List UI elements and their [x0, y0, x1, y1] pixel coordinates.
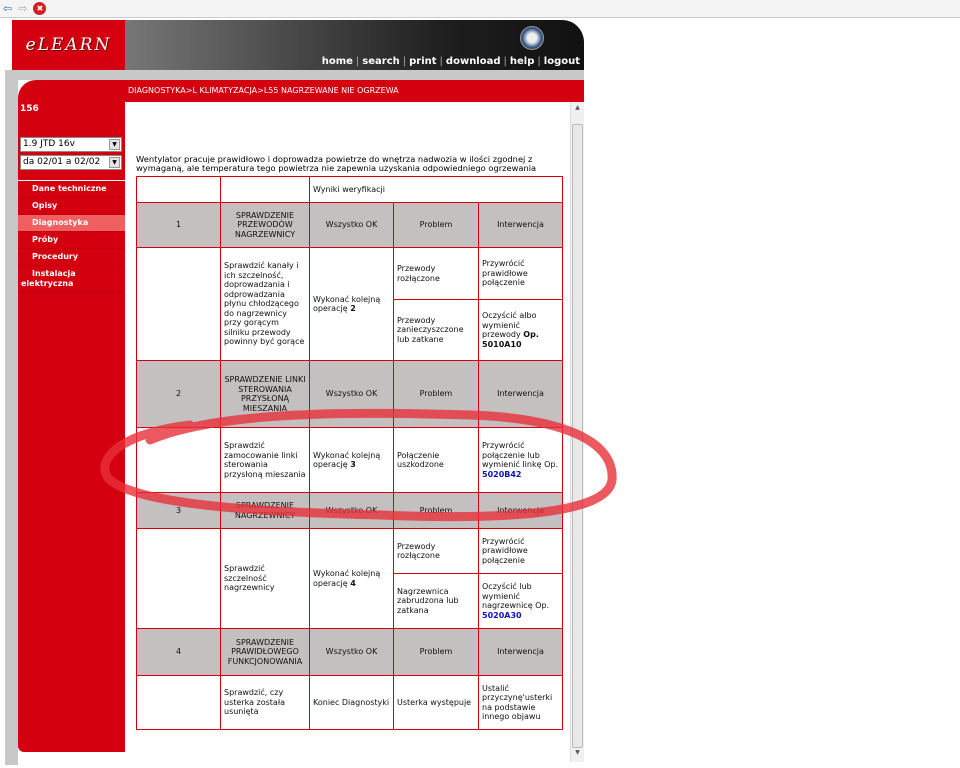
sidebar: 156 1.9 JTD 16v ▼ da 02/01 a 02/02 ▼ Dane … — [18, 102, 125, 752]
header-banner: home | search | print | download | help | logout — [125, 20, 584, 70]
browser-toolbar: ⇦ ⇨ ✖ — [0, 0, 960, 18]
table-row: 1 SPRAWDZENIE PRZEWODÓW NAGRZEWNICY Wszy… — [136, 202, 563, 248]
logo-text: eLEARN — [25, 35, 112, 55]
nav-download[interactable]: download — [446, 56, 501, 67]
problem: Przewody rozłączone — [393, 528, 479, 574]
col-intervention: Interwencja — [478, 628, 563, 676]
back-icon[interactable]: ⇦ — [3, 2, 12, 16]
breadcrumb: DIAGNOSTYKA>L KLIMATYZACJA>L55 NAGRZEWAN… — [18, 80, 584, 102]
col-problem: Problem — [393, 628, 479, 676]
intervention: Ustalić przyczynę'usterki na podstawie i… — [478, 675, 563, 730]
divider — [5, 70, 584, 80]
ok-action: Wykonać kolejną operację 3 — [309, 427, 394, 493]
step-number: 2 — [136, 360, 221, 428]
nav-home[interactable]: home — [322, 56, 353, 67]
step-number: 4 — [136, 628, 221, 676]
ok-action: Wykonać kolejną operację 4 — [309, 528, 394, 629]
nav-print[interactable]: print — [409, 56, 436, 67]
forward-icon[interactable]: ⇨ — [18, 2, 27, 16]
table-row: Sprawdzić zamocowanie linki sterowania p… — [136, 427, 563, 493]
content-area: Wentylator pracuje prawidłowo i doprowad… — [128, 102, 570, 762]
vertical-scrollbar[interactable]: ▲ ▼ — [570, 102, 584, 762]
intervention: Oczyścić lub wymienić nagrzewnicę Op. 50… — [478, 573, 563, 629]
chevron-down-icon: ▼ — [109, 139, 120, 150]
left-border — [5, 70, 18, 765]
intervention: Przywrócić prawidłowe połączenie — [478, 247, 563, 300]
op-link[interactable]: 5020B42 — [482, 470, 522, 479]
table-row: Sprawdzić kanały i ich szczelność, dopro… — [136, 247, 563, 361]
table-row: Sprawdzić, czy usterka została usunięta … — [136, 675, 563, 730]
step-title: SPRAWDZENIE LINKI STEROWANIA PRZYSŁONĄ M… — [220, 360, 310, 428]
engine-value: 1.9 JTD 16v — [23, 139, 75, 149]
check-text: Sprawdzić zamocowanie linki sterowania p… — [220, 427, 310, 493]
sidebar-item-diagnostyka[interactable]: Diagnostyka — [18, 215, 125, 232]
sidebar-menu: Dane techniczne Opisy Diagnostyka Próby … — [18, 180, 125, 293]
sidebar-item-proby[interactable]: Próby — [18, 232, 125, 249]
col-problem: Problem — [393, 360, 479, 428]
elearn-logo: eLEARN — [12, 20, 125, 70]
sidebar-item-instalacja-elektryczna[interactable]: Instalacja elektryczna — [18, 266, 125, 293]
sidebar-item-dane-techniczne[interactable]: Dane techniczne — [18, 181, 125, 198]
problem: Nagrzewnica zabrudzona lub zatkana — [393, 573, 479, 629]
scrollbar-thumb[interactable] — [572, 124, 583, 748]
problem: Przewody rozłączone — [393, 247, 479, 300]
col-intervention: Interwencja — [478, 492, 563, 529]
top-nav: home | search | print | download | help | logout — [321, 56, 580, 67]
nav-help[interactable]: help — [510, 56, 535, 67]
col-problem: Problem — [393, 492, 479, 529]
period-value: da 02/01 a 02/02 — [23, 157, 101, 167]
ok-action: Koniec Diagnostyki — [309, 675, 394, 730]
step-title: SPRAWDZENIE PRAWIDŁOWEGO FUNKCJONOWANIA — [220, 628, 310, 676]
ok-action: Wykonać kolejną operację 2 — [309, 247, 394, 361]
step-title: SPRAWDZENIE PRZEWODÓW NAGRZEWNICY — [220, 202, 310, 248]
step-title: SPRAWDZENIE NAGRZEWNICY — [220, 492, 310, 529]
intervention: Przywrócić połączenie lub wymienić linkę… — [478, 427, 563, 493]
op-link[interactable]: 5020A30 — [482, 611, 522, 620]
symptom-description: Wentylator pracuje prawidłowo i doprowad… — [136, 154, 537, 173]
intervention: Przywrócić prawidłowe połączenie — [478, 528, 563, 574]
intervention: Oczyścić albo wymienić przewody Op. 5010… — [478, 299, 563, 361]
alfa-romeo-badge-icon — [520, 26, 544, 50]
stop-icon[interactable]: ✖ — [33, 2, 47, 15]
problem: Usterka występuje — [393, 675, 479, 730]
col-ok: Wszystko OK — [309, 360, 394, 428]
sidebar-item-opisy[interactable]: Opisy — [18, 198, 125, 215]
engine-select[interactable]: 1.9 JTD 16v ▼ — [20, 137, 122, 152]
chevron-down-icon: ▼ — [109, 157, 120, 168]
scroll-down-icon[interactable]: ▼ — [572, 749, 583, 760]
results-header: Wyniki weryfikacji — [309, 176, 563, 203]
col-intervention: Interwencja — [478, 202, 563, 248]
table-row: 3 SPRAWDZENIE NAGRZEWNICY Wszystko OK Pr… — [136, 492, 563, 529]
problem: Przewody zanieczyszczone lub zatkane — [393, 299, 479, 361]
model-label: 156 — [20, 104, 39, 114]
scroll-up-icon[interactable]: ▲ — [572, 104, 583, 115]
nav-logout[interactable]: logout — [544, 56, 580, 67]
col-ok: Wszystko OK — [309, 202, 394, 248]
col-intervention: Interwencja — [478, 360, 563, 428]
problem: Połączenie uszkodzone — [393, 427, 479, 493]
table-row: 2 SPRAWDZENIE LINKI STEROWANIA PRZYSŁONĄ… — [136, 360, 563, 428]
col-ok: Wszystko OK — [309, 492, 394, 529]
check-text: Sprawdzić, czy usterka została usunięta — [220, 675, 310, 730]
step-number: 3 — [136, 492, 221, 529]
table-row: 4 SPRAWDZENIE PRAWIDŁOWEGO FUNKCJONOWANI… — [136, 628, 563, 676]
check-text: Sprawdzić kanały i ich szczelność, dopro… — [220, 247, 310, 361]
col-problem: Problem — [393, 202, 479, 248]
step-number: 1 — [136, 202, 221, 248]
nav-search[interactable]: search — [362, 56, 399, 67]
diagnostic-table: Wyniki weryfikacji 1 SPRAWDZENIE PRZEWOD… — [136, 176, 563, 730]
table-row: Sprawdzić szczelność nagrzewnicy Wykonać… — [136, 528, 563, 629]
period-select[interactable]: da 02/01 a 02/02 ▼ — [20, 155, 122, 170]
col-ok: Wszystko OK — [309, 628, 394, 676]
check-text: Sprawdzić szczelność nagrzewnicy — [220, 528, 310, 629]
sidebar-item-procedury[interactable]: Procedury — [18, 249, 125, 266]
